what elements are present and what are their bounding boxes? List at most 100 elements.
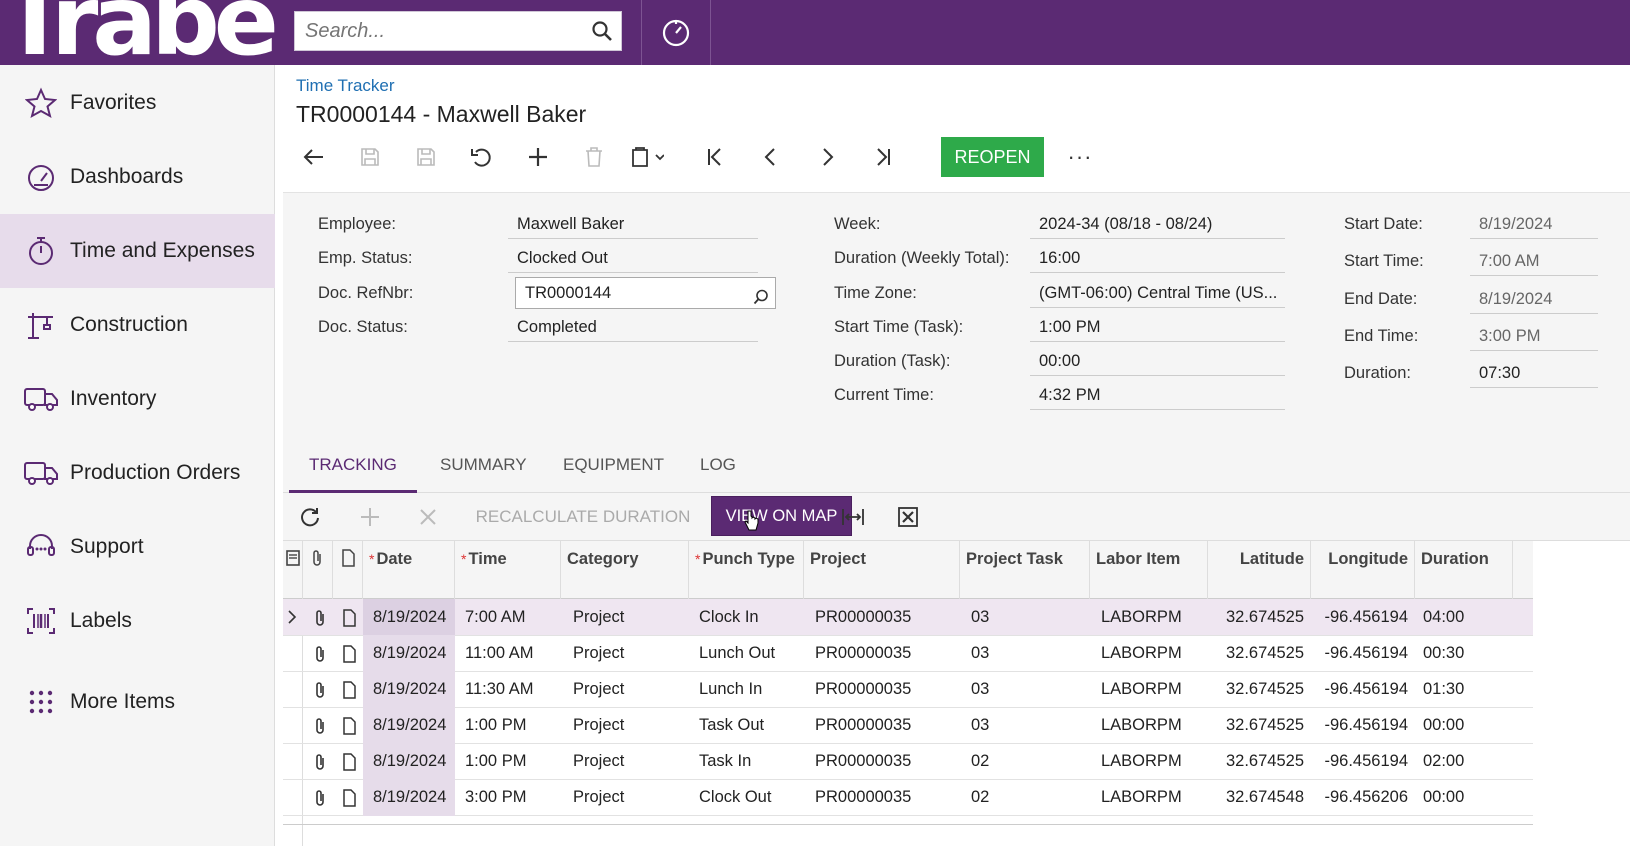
- cell-latitude[interactable]: 32.674525: [1208, 635, 1304, 672]
- fit-columns-button[interactable]: [838, 499, 868, 535]
- save-button[interactable]: [408, 137, 444, 177]
- cell-project[interactable]: PR00000035: [804, 635, 960, 672]
- tab-log[interactable]: LOG: [680, 445, 756, 493]
- more-actions-button[interactable]: ···: [1060, 137, 1100, 177]
- cell-category[interactable]: Project: [561, 599, 689, 636]
- search-box[interactable]: [294, 11, 622, 51]
- cell-duration[interactable]: 00:30: [1415, 635, 1513, 672]
- search-icon[interactable]: [591, 20, 613, 47]
- cell-longitude[interactable]: -96.456194: [1311, 635, 1409, 672]
- table-row[interactable]: 8/19/2024 11:30 AM Project Lunch In PR000000…: [283, 671, 1533, 708]
- previous-record-button[interactable]: [753, 137, 789, 177]
- first-record-button[interactable]: [697, 137, 733, 177]
- document-icon[interactable]: [342, 681, 356, 704]
- cell-category[interactable]: Project: [561, 743, 689, 780]
- view-on-map-button[interactable]: VIEW ON MAP: [711, 496, 852, 536]
- cell-longitude[interactable]: -96.456194: [1311, 743, 1409, 780]
- cell-time[interactable]: 1:00 PM: [455, 743, 561, 780]
- tab-equipment[interactable]: EQUIPMENT: [543, 445, 684, 493]
- refresh-button[interactable]: [295, 499, 325, 535]
- cell-duration[interactable]: 04:00: [1415, 599, 1513, 636]
- add-row-button[interactable]: [355, 499, 385, 535]
- search-icon[interactable]: [753, 285, 769, 308]
- cell-labor-item[interactable]: LABORPM: [1090, 635, 1208, 672]
- cell-time[interactable]: 7:00 AM: [455, 599, 561, 636]
- cell-project-task[interactable]: 02: [960, 779, 1090, 816]
- cell-category[interactable]: Project: [561, 779, 689, 816]
- cell-time[interactable]: 11:00 AM: [455, 635, 561, 672]
- brand-logo[interactable]: Trabea: [0, 0, 275, 65]
- cell-project-task[interactable]: 03: [960, 635, 1090, 672]
- add-button[interactable]: [520, 137, 556, 177]
- table-row[interactable]: 8/19/2024 1:00 PM Project Task In PR00000035…: [283, 743, 1533, 780]
- chevron-right-icon[interactable]: [287, 609, 297, 630]
- sidebar-item-production-orders[interactable]: Production Orders: [0, 436, 275, 510]
- cell-punch-type[interactable]: Clock Out: [689, 779, 804, 816]
- column-header-longitude[interactable]: Longitude: [1311, 541, 1415, 599]
- column-header-project-task[interactable]: Project Task: [960, 541, 1090, 599]
- sidebar-item-construction[interactable]: Construction: [0, 288, 275, 362]
- document-icon[interactable]: [342, 717, 356, 740]
- paperclip-icon[interactable]: [313, 717, 327, 740]
- cell-date[interactable]: 8/19/2024: [363, 743, 455, 780]
- export-excel-button[interactable]: [893, 499, 923, 535]
- sidebar-item-inventory[interactable]: Inventory: [0, 362, 275, 436]
- cell-date[interactable]: 8/19/2024: [363, 671, 455, 708]
- paperclip-icon[interactable]: [313, 789, 327, 812]
- paperclip-icon[interactable]: [313, 753, 327, 776]
- column-header-project[interactable]: Project: [804, 541, 960, 599]
- cell-duration[interactable]: 00:00: [1415, 707, 1513, 744]
- paperclip-icon[interactable]: [313, 645, 327, 668]
- document-icon[interactable]: [342, 645, 356, 668]
- week-field[interactable]: 2024-34 (08/18 - 08/24): [1030, 209, 1285, 239]
- recalculate-duration-button[interactable]: RECALCULATE DURATION: [473, 499, 693, 535]
- sidebar-item-support[interactable]: Support: [0, 510, 275, 584]
- next-record-button[interactable]: [809, 137, 845, 177]
- cell-punch-type[interactable]: Lunch In: [689, 671, 804, 708]
- cell-project-task[interactable]: 03: [960, 599, 1090, 636]
- time-zone-field[interactable]: (GMT-06:00) Central Time (US...: [1030, 278, 1285, 308]
- table-row[interactable]: 8/19/2024 7:00 AM Project Clock In PR0000003…: [283, 599, 1533, 636]
- cell-date[interactable]: 8/19/2024: [363, 779, 455, 816]
- cell-project-task[interactable]: 02: [960, 743, 1090, 780]
- cell-latitude[interactable]: 32.674548: [1208, 779, 1304, 816]
- cell-time[interactable]: 1:00 PM: [455, 707, 561, 744]
- sidebar-item-time-and-expenses[interactable]: Time and Expenses: [0, 214, 275, 288]
- cell-longitude[interactable]: -96.456206: [1311, 779, 1409, 816]
- sidebar-item-labels[interactable]: Labels: [0, 584, 275, 658]
- cell-category[interactable]: Project: [561, 671, 689, 708]
- cell-project[interactable]: PR00000035: [804, 779, 960, 816]
- cell-date[interactable]: 8/19/2024: [363, 707, 455, 744]
- tab-tracking[interactable]: TRACKING: [289, 445, 417, 493]
- cell-project[interactable]: PR00000035: [804, 743, 960, 780]
- cell-longitude[interactable]: -96.456194: [1311, 671, 1409, 708]
- back-button[interactable]: [296, 137, 332, 177]
- cell-project[interactable]: PR00000035: [804, 599, 960, 636]
- sidebar-item-more-items[interactable]: More Items: [0, 665, 275, 739]
- cell-duration[interactable]: 01:30: [1415, 671, 1513, 708]
- table-row[interactable]: 8/19/2024 1:00 PM Project Task Out PR0000003…: [283, 707, 1533, 744]
- cell-punch-type[interactable]: Task In: [689, 743, 804, 780]
- cell-project[interactable]: PR00000035: [804, 671, 960, 708]
- save-and-close-button[interactable]: [352, 137, 388, 177]
- cell-punch-type[interactable]: Task Out: [689, 707, 804, 744]
- cell-time[interactable]: 3:00 PM: [455, 779, 561, 816]
- search-input[interactable]: [295, 12, 575, 50]
- cell-labor-item[interactable]: LABORPM: [1090, 707, 1208, 744]
- column-header-time[interactable]: * Time: [455, 541, 561, 599]
- undo-button[interactable]: [464, 137, 500, 177]
- clipboard-dropdown-button[interactable]: [622, 137, 672, 177]
- cell-duration[interactable]: 02:00: [1415, 743, 1513, 780]
- column-header-punch-type[interactable]: * Punch Type: [689, 541, 804, 599]
- cell-date[interactable]: 8/19/2024: [363, 635, 455, 672]
- cell-date[interactable]: 8/19/2024: [363, 599, 455, 636]
- document-icon[interactable]: [342, 609, 356, 632]
- column-header-duration[interactable]: Duration: [1415, 541, 1513, 599]
- reopen-button[interactable]: REOPEN: [941, 137, 1044, 177]
- cell-labor-item[interactable]: LABORPM: [1090, 671, 1208, 708]
- table-row[interactable]: 8/19/2024 3:00 PM Project Clock Out PR000000…: [283, 779, 1533, 816]
- column-header-labor-item[interactable]: Labor Item: [1090, 541, 1208, 599]
- cell-latitude[interactable]: 32.674525: [1208, 707, 1304, 744]
- delete-button[interactable]: [576, 137, 612, 177]
- cell-latitude[interactable]: 32.674525: [1208, 599, 1304, 636]
